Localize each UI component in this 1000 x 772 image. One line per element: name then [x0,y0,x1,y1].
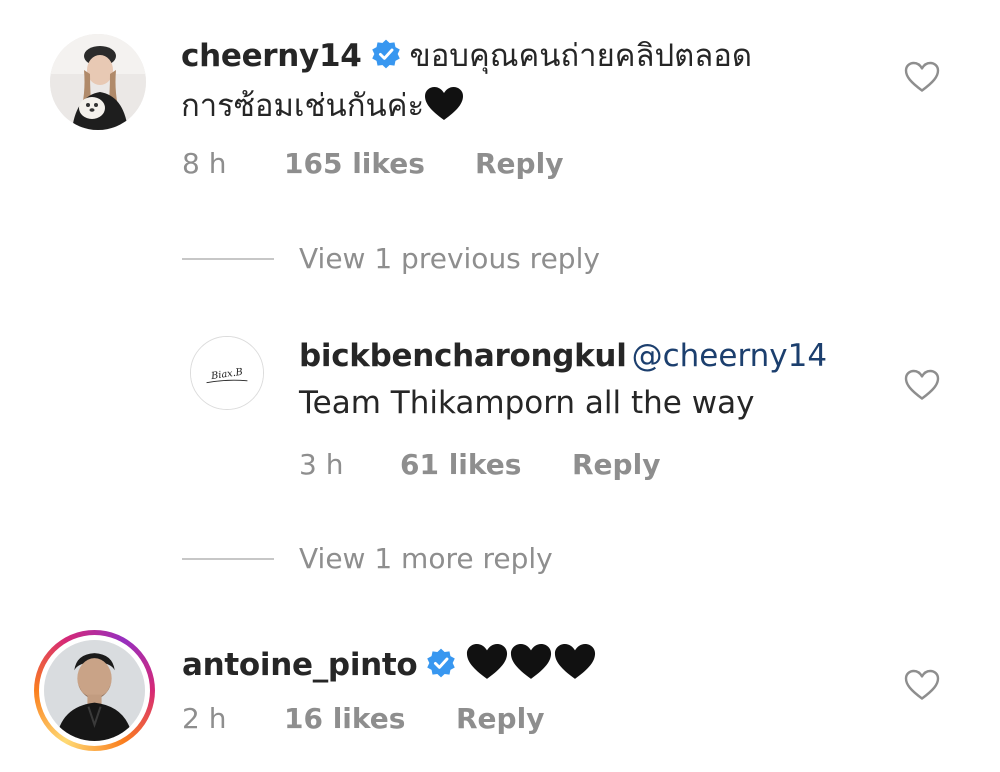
comment-3-likes[interactable]: 16 likes [284,705,405,733]
heart-outline-icon[interactable] [904,669,940,701]
comment-2-likes[interactable]: 61 likes [400,451,521,479]
avatar-antoine-pinto[interactable] [44,640,145,741]
comment-3-line-1: antoine_pinto [182,643,597,681]
username-bickbencharongkul[interactable]: bickbencharongkul [299,338,627,374]
avatar-cheerny14[interactable] [50,34,146,130]
verified-badge-icon [427,648,456,678]
black-heart-emoji-group [465,644,597,679]
comment-1-line-2: การซ้อมเช่นกันค่ะ [181,86,464,122]
comment-2-line-1: bickbencharongkul @cheerny14 [299,341,827,372]
comment-2-line-2: Team Thikamporn all the way [299,388,754,419]
story-ring[interactable] [34,630,155,751]
comments-screen: cheerny14 ขอบคุณคนถ่ายคลิปตลอด การซ้อมเช่… [0,0,1000,772]
comment-1-text-line-2: การซ้อมเช่นกันค่ะ [181,88,425,124]
reply-divider [182,558,274,560]
black-heart-emoji [467,644,508,679]
comment-1-text-line-1: ขอบคุณคนถ่ายคลิปตลอด [409,38,753,74]
comment-2-time: 3 h [299,448,344,481]
comment-1-time: 8 h [182,147,227,180]
comment-3-reply-button[interactable]: Reply [456,705,544,733]
comment-1-line-1: cheerny14 ขอบคุณคนถ่ายคลิปตลอด [181,38,752,72]
heart-outline-icon[interactable] [904,369,940,401]
black-heart-emoji [511,644,552,679]
view-more-reply-link[interactable]: View 1 more reply [299,545,553,573]
comment-1-likes[interactable]: 165 likes [284,150,425,178]
view-previous-reply-link[interactable]: View 1 previous reply [299,245,600,273]
black-heart-emoji [555,644,596,679]
avatar-bickbencharongkul[interactable]: Biax.B [190,336,264,410]
mention-cheerny14[interactable]: @cheerny14 [632,338,827,374]
username-cheerny14[interactable]: cheerny14 [181,38,362,74]
black-heart-emoji [425,87,464,120]
username-antoine-pinto[interactable]: antoine_pinto [182,647,418,683]
heart-outline-icon[interactable] [904,61,940,93]
comment-2-reply-button[interactable]: Reply [572,451,660,479]
comment-2-text: Team Thikamporn all the way [299,385,755,421]
reply-divider [182,258,274,260]
verified-badge-icon [371,39,400,69]
comment-1-reply-button[interactable]: Reply [475,150,563,178]
comment-3-time: 2 h [182,702,227,735]
